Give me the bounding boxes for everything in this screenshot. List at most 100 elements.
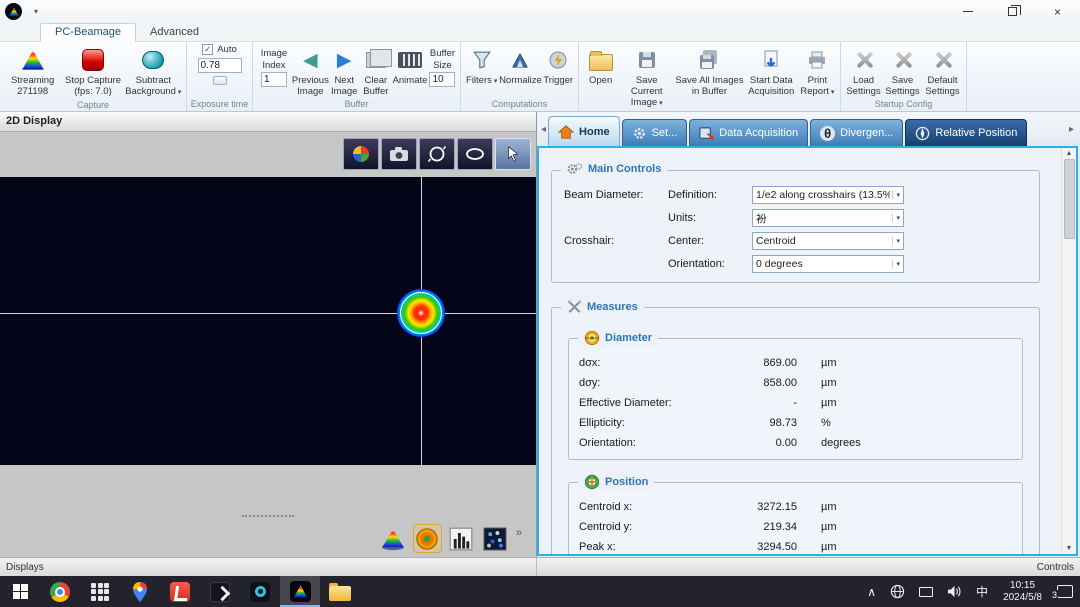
taskbar-beamage-app[interactable] <box>280 576 320 607</box>
ellipticity-value: 98.73 <box>769 417 797 429</box>
minimize-button[interactable] <box>945 0 990 23</box>
tab-divergence[interactable]: θ Divergen... <box>810 119 904 146</box>
window-controls: × <box>945 0 1080 23</box>
dock-more-button[interactable]: » <box>516 527 522 539</box>
taskbar: ∧ 中 10:15 2024/5/8 3 <box>0 576 1080 607</box>
animate-button[interactable]: Animate <box>392 44 428 97</box>
start-data-acquisition-button[interactable]: Start Data Acquisition <box>745 44 798 109</box>
view-profile-button[interactable] <box>448 525 475 552</box>
save-settings-button[interactable]: Save Settings <box>883 44 922 97</box>
tab-scroll-left-button[interactable]: ◂ <box>539 124 548 135</box>
circular-aperture-button[interactable] <box>419 138 455 170</box>
main-controls-title: Main Controls <box>588 163 662 175</box>
tab-advanced[interactable]: Advanced <box>136 24 213 41</box>
taskbar-grid-app[interactable] <box>80 576 120 607</box>
beam-display-canvas[interactable] <box>0 177 536 465</box>
splitter-handle[interactable] <box>242 515 294 517</box>
exposure-spinner[interactable] <box>212 76 227 85</box>
print-label2: Report ▾ <box>800 86 835 97</box>
start-button[interactable] <box>0 576 40 607</box>
taskbar-maps-app[interactable] <box>120 576 160 607</box>
start-data-label1: Start Data <box>749 75 793 86</box>
next-image-button[interactable]: ▶ Next Image <box>329 44 360 98</box>
title-bar: ▾ × <box>0 0 1080 23</box>
load-settings-label1: Load <box>852 75 875 86</box>
tray-ime-indicator[interactable]: 中 <box>969 576 995 607</box>
tab-scroll-right-button[interactable]: ▸ <box>1067 124 1076 135</box>
trigger-icon <box>548 47 568 73</box>
save-current-label1: Save Current <box>630 75 663 97</box>
taskbar-browser-app[interactable] <box>40 576 80 607</box>
tab-pc-beamage[interactable]: PC-Beamage <box>40 23 137 42</box>
rotate-circle-icon <box>427 146 447 162</box>
filters-button[interactable]: Filters ▾ <box>464 44 499 97</box>
close-button[interactable]: × <box>1035 0 1080 23</box>
vertical-scrollbar[interactable]: ▲ ▼ <box>1061 148 1076 554</box>
scroll-down-button[interactable]: ▼ <box>1066 545 1073 552</box>
color-palette-button[interactable] <box>343 138 379 170</box>
print-report-button[interactable]: Print Report ▾ <box>798 44 837 109</box>
streaming-button[interactable]: Streaming 271198 <box>3 44 62 98</box>
tray-hidden-icons-button[interactable]: ∧ <box>860 576 883 607</box>
load-settings-button[interactable]: Load Settings <box>844 44 883 97</box>
taskbar-media-app[interactable] <box>240 576 280 607</box>
view-2d-button[interactable] <box>412 524 442 553</box>
view-pointillist-button[interactable] <box>482 525 509 552</box>
scroll-up-button[interactable]: ▲ <box>1066 150 1073 157</box>
elliptical-aperture-button[interactable] <box>457 138 493 170</box>
tab-settings[interactable]: Set... <box>621 119 688 146</box>
open-button[interactable]: Open <box>582 44 619 109</box>
taskbar-file-explorer[interactable] <box>320 576 360 607</box>
stop-capture-fps: (fps: 7.0) <box>74 86 112 97</box>
save-all-images-button[interactable]: Save All Images in Buffer <box>674 44 745 109</box>
buffer-size-field: Buffer Size <box>428 44 457 97</box>
image-index-input[interactable] <box>260 72 287 87</box>
trigger-button[interactable]: Trigger <box>541 44 575 97</box>
dsy-value: 858.00 <box>763 377 797 389</box>
buffer-size-input[interactable] <box>429 72 456 87</box>
taskbar-red-app[interactable] <box>160 576 200 607</box>
default-settings-button[interactable]: Default Settings <box>922 44 963 97</box>
scroll-thumb[interactable] <box>1063 159 1075 239</box>
monitor-icon <box>919 586 934 597</box>
position-title: Position <box>605 476 649 488</box>
subtract-background-icon <box>142 47 165 73</box>
definition-label: Definition: <box>668 189 717 201</box>
definition-select[interactable]: 1/e2 along crosshairs (13.5% ▾ <box>752 186 904 204</box>
previous-image-button[interactable]: ◀ Previous Image <box>292 44 329 98</box>
center-select[interactable]: Centroid ▾ <box>752 232 904 250</box>
exposure-time-input[interactable] <box>197 58 242 73</box>
beam-spot[interactable] <box>397 289 445 337</box>
tab-relative-position[interactable]: Relative Position <box>905 119 1028 146</box>
map-pin-icon <box>133 581 147 602</box>
restore-button[interactable] <box>990 0 1035 23</box>
cursor-tool-button[interactable] <box>495 138 531 170</box>
tab-home[interactable]: Home <box>548 116 620 146</box>
save-current-image-button[interactable]: Save Current Image ▾ <box>619 44 674 109</box>
tray-network-button[interactable] <box>883 576 912 607</box>
normalize-button[interactable]: Normalize <box>499 44 542 97</box>
quick-access-dropdown-icon[interactable]: ▾ <box>34 7 38 16</box>
auto-exposure-checkbox[interactable]: ✓ Auto <box>202 44 237 55</box>
snapshot-button[interactable] <box>381 138 417 170</box>
tray-display-button[interactable] <box>912 576 940 607</box>
tab-data-acquisition[interactable]: Data Acquisition <box>689 119 809 146</box>
subtract-background-button[interactable]: Subtract Background ▾ <box>124 44 183 98</box>
view-3d-button[interactable] <box>380 525 407 552</box>
tray-action-center-button[interactable]: 3 <box>1050 576 1080 607</box>
clear-buffer-button[interactable]: Clear Buffer <box>360 44 392 97</box>
tray-clock[interactable]: 10:15 2024/5/8 <box>995 576 1050 607</box>
display-panel-title: 2D Display <box>0 112 536 132</box>
measure-row-orientation: Orientation: 0.00 degrees <box>579 433 1016 453</box>
effective-diameter-value: - <box>793 397 797 409</box>
stop-capture-button[interactable]: Stop Capture (fps: 7.0) <box>62 44 123 98</box>
data-acquisition-icon <box>699 126 715 140</box>
subtract-caret-icon: ▾ <box>177 89 182 96</box>
dsx-unit: µm <box>821 357 837 369</box>
taskbar-dark-app[interactable] <box>200 576 240 607</box>
orientation-select[interactable]: 0 degrees ▾ <box>752 255 904 273</box>
tray-volume-button[interactable] <box>940 576 969 607</box>
units-select[interactable]: 衯 ▾ <box>752 209 904 227</box>
calipers-icon <box>567 300 582 313</box>
next-label1: Next <box>334 75 354 86</box>
